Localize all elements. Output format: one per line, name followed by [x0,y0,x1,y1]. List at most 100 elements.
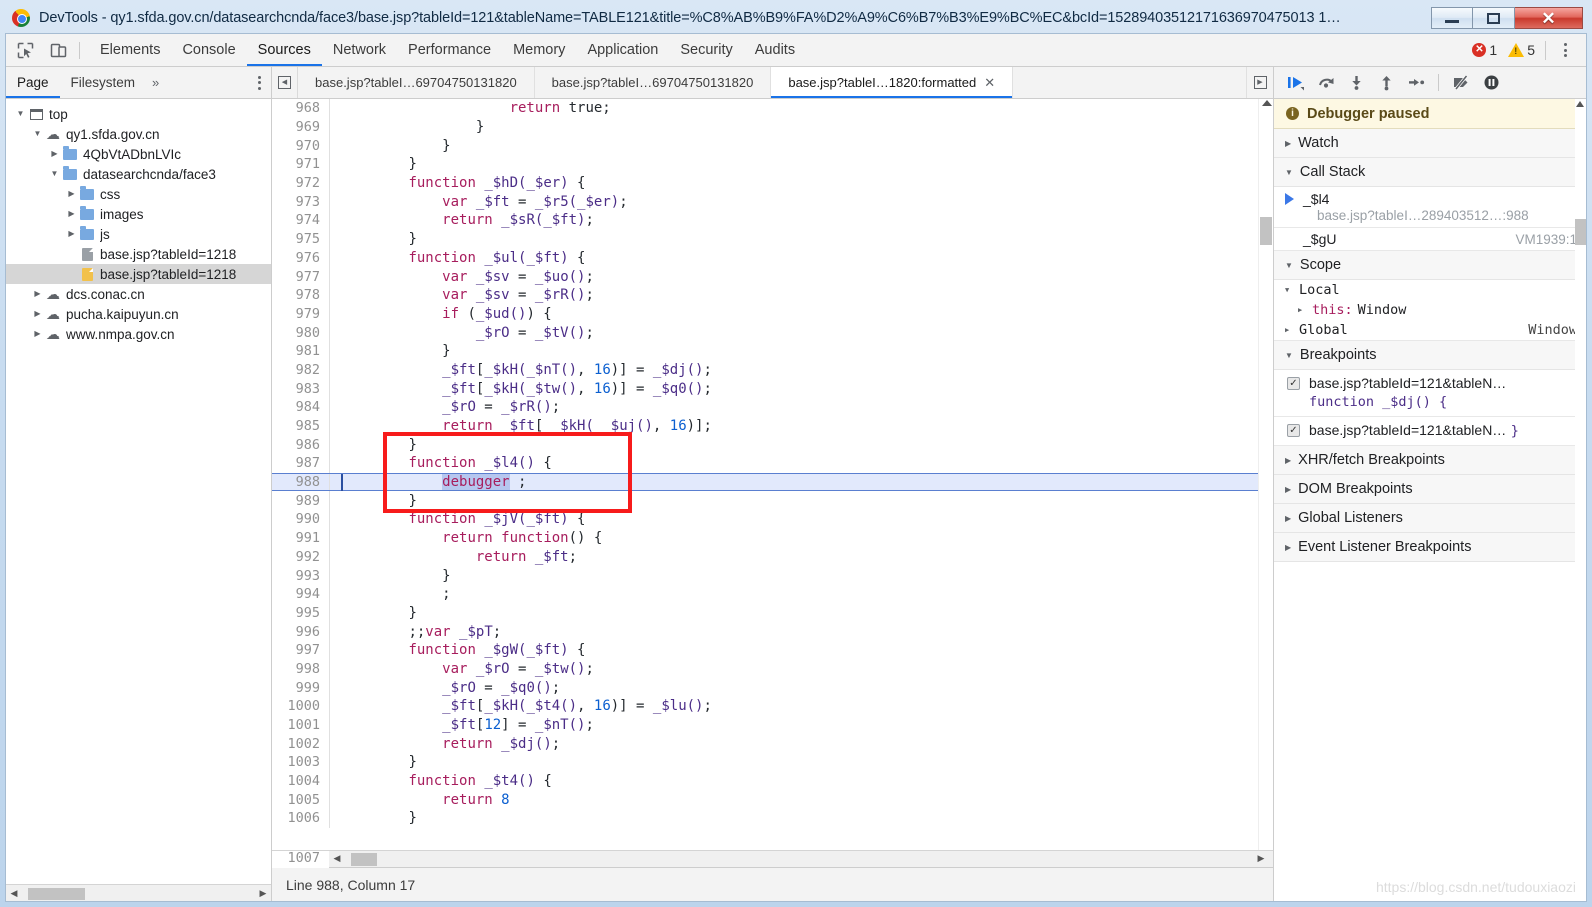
breakpoint-item-1[interactable]: ✓ base.jsp?tableId=121&tableN… function … [1274,370,1586,417]
line-number[interactable]: 975 [272,231,329,248]
scope-local-group[interactable]: Local [1274,280,1586,300]
code-line[interactable]: 1000 _$ft[_$kH(_$t4(), 16)] = _$lu(); [272,697,1258,716]
code-line[interactable]: 985 return $ft[ $kH( $uj(), 16)]; [272,416,1258,436]
line-number[interactable]: 992 [272,548,329,565]
code-hscroll-track[interactable]: ◀ ▶ [329,851,1273,868]
editor-tab-2[interactable]: base.jsp?tableI…69704750131820 [535,67,772,98]
scope-entry-this[interactable]: this: Window [1274,300,1586,320]
line-number[interactable]: 986 [272,436,329,453]
code-line[interactable]: 972 function _$hD(_$er) { [272,173,1258,193]
call-stack-frame-current[interactable]: _$l4 base.jsp?tableI…289403512…:988 [1274,187,1586,228]
section-xhr-breakpoints[interactable]: XHR/fetch Breakpoints [1274,446,1586,475]
code-scroll-thumb[interactable] [1260,217,1272,245]
code-line[interactable]: 997 function _$gW(_$ft) { [272,640,1258,660]
code-viewer[interactable]: 968 return true; 969 } 970 } 971 } 972 funct… [272,99,1273,850]
minimize-button[interactable] [1431,7,1473,29]
code-line[interactable]: 1003 } [272,753,1258,772]
step-into-button[interactable] [1342,70,1370,96]
file-tree-row[interactable]: 4QbVtADbnLVIc [6,144,271,164]
code-line[interactable]: 1004 function _$t4() { [272,771,1258,791]
code-line[interactable]: 977 var _$sv = _$uo(); [272,267,1258,286]
section-call-stack[interactable]: Call Stack [1274,158,1586,187]
code-line[interactable]: 986 } [272,435,1258,455]
code-line[interactable]: 987 function _$l4() { [272,454,1258,473]
line-number[interactable]: 974 [272,212,329,229]
line-number[interactable]: 1006 [272,810,329,827]
breakpoint-checkbox[interactable]: ✓ [1287,424,1300,437]
navigator-menu-button[interactable] [247,75,271,90]
code-line[interactable]: 989 } [272,491,1258,511]
line-number[interactable]: 970 [272,137,329,154]
code-line[interactable]: 979 if (_$ud()) { [272,304,1258,324]
file-tree-row[interactable]: ☁ dcs.conac.cn [6,284,271,304]
scroll-right-arrow-icon[interactable]: ▶ [1253,853,1269,864]
error-warning-counters[interactable]: ✕ 1 5 [1472,42,1543,58]
chevron-right-icon[interactable] [65,184,78,204]
code-line[interactable]: 992 return _$ft; [272,547,1258,567]
scope-entry-global[interactable]: Global Window [1274,320,1586,341]
file-tree-row[interactable]: top [6,104,271,124]
code-line[interactable]: 980 _$rO = _$tV(); [272,323,1258,342]
chevron-right-icon[interactable] [65,224,78,244]
file-tree-row[interactable]: ☁ qy1.sfda.gov.cn [6,124,271,144]
chevron-down-icon[interactable] [31,124,44,144]
section-watch[interactable]: Watch [1274,129,1586,158]
code-line-executing[interactable]: 988 debugger ; [272,472,1258,492]
chevron-right-icon[interactable] [65,204,78,224]
code-line[interactable]: 995 } [272,603,1258,623]
chevron-right-icon[interactable] [31,304,44,324]
code-line[interactable]: 968 return true; [272,99,1258,118]
chevron-down-icon[interactable] [14,104,27,124]
line-number[interactable]: 979 [272,305,329,322]
tab-audits[interactable]: Audits [744,34,806,66]
file-tree-row[interactable]: base.jsp?tableId=1218 [6,244,271,264]
line-number[interactable]: 976 [272,249,329,266]
chevron-right-icon[interactable] [48,144,61,164]
scroll-right-arrow-icon[interactable]: ▶ [255,888,271,899]
code-horizontal-scrollbar[interactable]: 1007 ◀ ▶ [272,850,1273,868]
line-number[interactable]: 989 [272,492,329,509]
line-number[interactable]: 971 [272,156,329,173]
line-number[interactable]: 991 [272,530,329,547]
code-line[interactable]: 973 var _$ft = _$r5(_$er); [272,192,1258,212]
chevron-right-icon[interactable] [31,284,44,304]
line-number[interactable]: 1003 [272,754,329,771]
line-number[interactable]: 996 [272,623,329,640]
next-tabs-button[interactable]: ▶ [1247,67,1273,98]
line-number[interactable]: 985 [272,418,329,435]
code-line[interactable]: 976 function _$ul(_$ft) { [272,248,1258,268]
editor-tab-3-formatted[interactable]: base.jsp?tableI…1820:formatted ✕ [771,67,1014,98]
line-number[interactable]: 1000 [272,698,329,715]
code-line[interactable]: 998 var _$rO = _$tw(); [272,659,1258,679]
navigator-scroll-track[interactable] [22,887,255,900]
code-line[interactable]: 1005 return 8 [272,790,1258,810]
tab-network[interactable]: Network [322,34,397,66]
line-number[interactable]: 990 [272,511,329,528]
resume-script-execution-button[interactable] [1282,70,1310,96]
line-number[interactable]: 987 [272,455,329,472]
section-global-listeners[interactable]: Global Listeners [1274,504,1586,533]
chevron-down-icon[interactable] [48,164,61,184]
tab-elements[interactable]: Elements [89,34,171,66]
line-number[interactable]: 980 [272,324,329,341]
section-scope[interactable]: Scope [1274,251,1586,280]
inspect-element-button[interactable] [11,37,39,63]
call-stack-frame-2[interactable]: _$gU VM1939:1 [1274,228,1586,251]
line-number[interactable]: 1001 [272,717,329,734]
pause-on-exceptions-button[interactable] [1477,70,1505,96]
step-over-button[interactable] [1312,70,1340,96]
debugger-vertical-scrollbar[interactable] [1575,99,1586,901]
navigator-horizontal-scrollbar[interactable]: ◀ ▶ [6,884,271,901]
nav-tab-page[interactable]: Page [6,67,60,98]
chevron-right-icon[interactable] [31,324,44,344]
tab-application[interactable]: Application [576,34,669,66]
line-number[interactable]: 1004 [272,773,329,790]
line-number[interactable]: 999 [272,679,329,696]
code-line[interactable]: 984 _$rO = _$rR(); [272,398,1258,417]
code-hscroll-thumb[interactable] [351,852,377,866]
line-number[interactable]: 968 [272,100,329,117]
file-tree-row[interactable]: base.jsp?tableId=1218 [6,264,271,284]
nav-tab-filesystem[interactable]: Filesystem [60,67,147,98]
line-number[interactable]: 969 [272,119,329,136]
tab-security[interactable]: Security [669,34,743,66]
